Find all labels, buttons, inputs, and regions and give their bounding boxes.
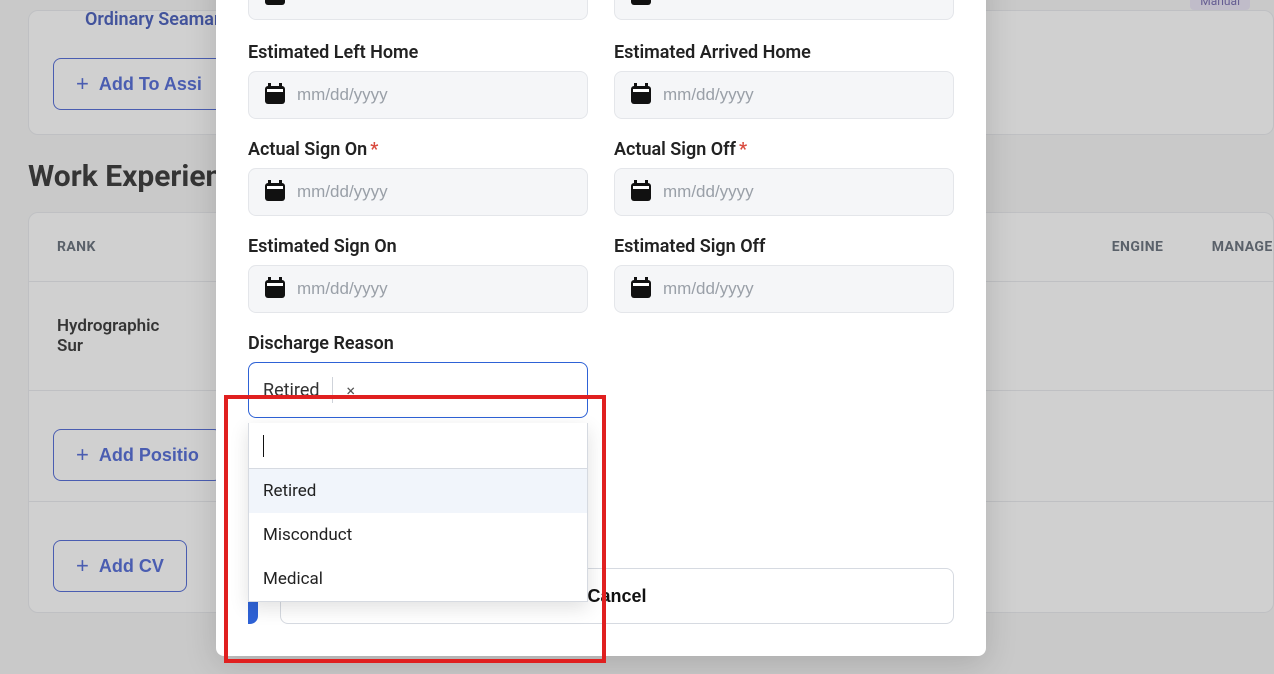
field-est-left-home: Estimated Left Home bbox=[248, 42, 588, 119]
option-retired[interactable]: Retired bbox=[249, 469, 587, 513]
option-medical[interactable]: Medical bbox=[249, 557, 587, 601]
label-actual-sign-off: Actual Sign Off* bbox=[614, 139, 954, 160]
discharge-selected-chip: Retired bbox=[263, 380, 320, 401]
text-caret bbox=[263, 435, 264, 457]
date-input[interactable] bbox=[663, 279, 937, 299]
clear-selection-icon[interactable]: × bbox=[345, 381, 358, 400]
field-actual-sign-off: Actual Sign Off* bbox=[614, 139, 954, 216]
input-est-sign-off[interactable] bbox=[614, 265, 954, 313]
input-actual-sign-off[interactable] bbox=[614, 168, 954, 216]
field-actual-sign-on: Actual Sign On* bbox=[248, 139, 588, 216]
date-input[interactable] bbox=[297, 279, 571, 299]
required-marker: * bbox=[370, 139, 378, 160]
calendar-icon bbox=[265, 280, 285, 298]
input-est-sign-on[interactable] bbox=[248, 265, 588, 313]
input-actual-sign-on[interactable] bbox=[248, 168, 588, 216]
option-misconduct[interactable]: Misconduct bbox=[249, 513, 587, 557]
date-input[interactable] bbox=[297, 85, 571, 105]
input-est-arrived-home[interactable] bbox=[614, 71, 954, 119]
calendar-icon bbox=[631, 86, 651, 104]
date-input[interactable] bbox=[663, 85, 937, 105]
date-input[interactable] bbox=[297, 0, 571, 6]
calendar-icon bbox=[631, 183, 651, 201]
required-marker: * bbox=[739, 139, 747, 160]
discharge-select[interactable]: Retired × bbox=[248, 362, 588, 418]
label-est-arrived-home: Estimated Arrived Home bbox=[614, 42, 954, 63]
label-actual-sign-on: Actual Sign On* bbox=[248, 139, 588, 160]
field-est-arrived-home: Estimated Arrived Home bbox=[614, 42, 954, 119]
date-input[interactable] bbox=[663, 0, 937, 6]
label-est-left-home: Estimated Left Home bbox=[248, 42, 588, 63]
edit-experience-modal: Estimated Left Home Estimated Arrived Ho… bbox=[216, 0, 986, 656]
calendar-icon bbox=[265, 183, 285, 201]
label-est-sign-on: Estimated Sign On bbox=[248, 236, 588, 257]
calendar-icon bbox=[265, 86, 285, 104]
calendar-icon bbox=[265, 0, 285, 5]
input-est-left-home[interactable] bbox=[248, 71, 588, 119]
field-discharge-reason: Discharge Reason Retired × Retired Misco… bbox=[248, 333, 588, 418]
date-input[interactable] bbox=[663, 182, 937, 202]
field-est-sign-off: Estimated Sign Off bbox=[614, 236, 954, 313]
discharge-dropdown: Retired Misconduct Medical bbox=[248, 423, 588, 602]
label-discharge-reason: Discharge Reason bbox=[248, 333, 588, 354]
calendar-icon bbox=[631, 280, 651, 298]
calendar-icon bbox=[631, 0, 651, 5]
prev-date-input-2[interactable] bbox=[614, 0, 954, 20]
prev-date-input-1[interactable] bbox=[248, 0, 588, 20]
date-input[interactable] bbox=[297, 182, 571, 202]
chip-separator bbox=[332, 377, 333, 403]
field-est-sign-on: Estimated Sign On bbox=[248, 236, 588, 313]
dropdown-search-input[interactable] bbox=[249, 423, 587, 469]
label-est-sign-off: Estimated Sign Off bbox=[614, 236, 954, 257]
